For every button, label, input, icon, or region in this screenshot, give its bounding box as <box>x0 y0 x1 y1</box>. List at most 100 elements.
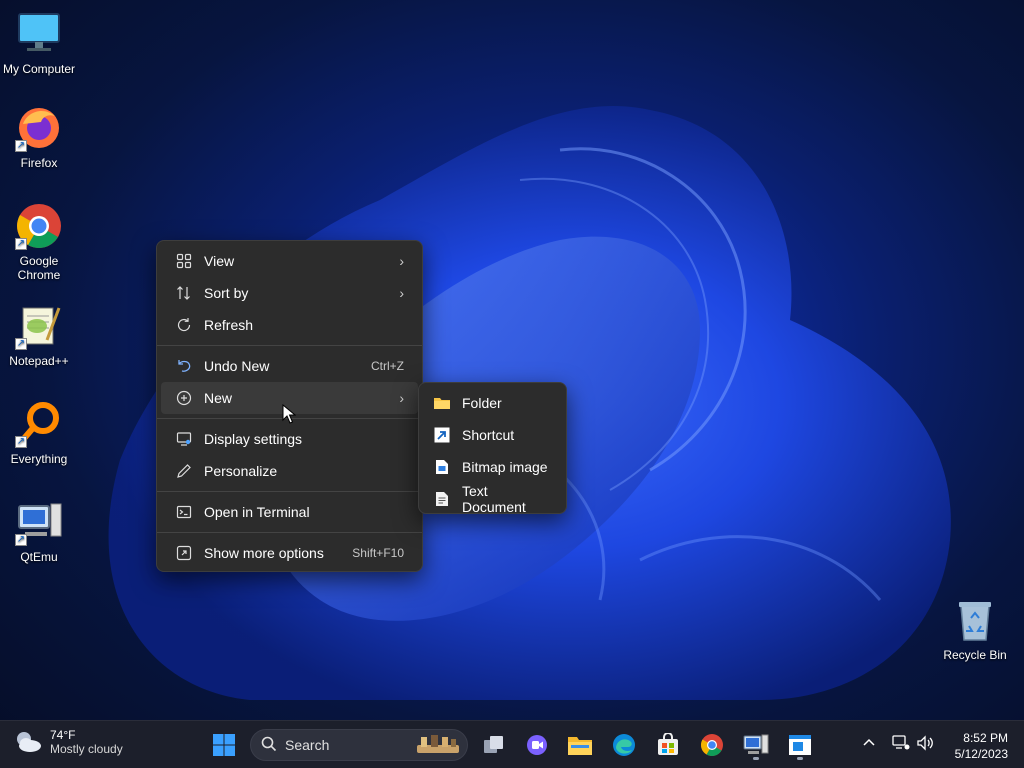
menu-item-open-terminal[interactable]: Open in Terminal <box>161 496 418 528</box>
mouse-cursor-icon <box>282 404 296 424</box>
desktop-icon-label: Google Chrome <box>17 254 61 282</box>
taskbar-chat-button[interactable] <box>521 729 553 761</box>
search-icon <box>261 736 277 755</box>
chevron-right-icon: › <box>399 390 404 406</box>
menu-separator <box>157 491 422 492</box>
desktop-icon-qtemu[interactable]: ↗ QtEmu <box>1 498 77 564</box>
volume-button[interactable] <box>916 735 934 754</box>
taskbar: 74°F Mostly cloudy Search 8:52 PM 5/12/2… <box>0 720 1024 768</box>
notepadpp-icon: ↗ <box>15 302 63 350</box>
menu-item-sort-by[interactable]: Sort by › <box>161 277 418 309</box>
magnifier-icon: ↗ <box>15 400 63 448</box>
plus-circle-icon <box>175 389 193 407</box>
shortcut-arrow-icon: ↗ <box>15 534 27 546</box>
computer-icon: ↗ <box>15 498 63 546</box>
undo-icon <box>175 357 193 375</box>
submenu-item-bitmap-image[interactable]: Bitmap image <box>423 451 562 483</box>
clock-time: 8:52 PM <box>963 731 1008 745</box>
start-button[interactable] <box>208 729 240 761</box>
display-settings-icon <box>175 430 193 448</box>
task-view-button[interactable] <box>478 729 510 761</box>
menu-item-view[interactable]: View › <box>161 245 418 277</box>
file-explorer-icon <box>568 737 592 755</box>
menu-item-personalize[interactable]: Personalize <box>161 455 418 487</box>
chrome-icon <box>701 734 723 756</box>
menu-item-shortcut: Shift+F10 <box>352 546 404 560</box>
taskbar-qtemu-button[interactable] <box>740 729 772 761</box>
menu-item-display-settings[interactable]: Display settings <box>161 423 418 455</box>
menu-item-label: Show more options <box>204 545 324 561</box>
menu-item-label: Personalize <box>204 463 278 479</box>
taskbar-clock[interactable]: 8:52 PM 5/12/2023 <box>955 730 1008 762</box>
speaker-icon <box>917 735 933 751</box>
menu-item-refresh[interactable]: Refresh <box>161 309 418 341</box>
taskbar-file-explorer-button[interactable] <box>564 729 596 761</box>
chevron-up-icon <box>863 738 875 746</box>
desktop-icon-notepadpp[interactable]: ↗ Notepad++ <box>1 302 77 368</box>
shortcut-arrow-icon: ↗ <box>15 140 27 152</box>
desktop-icon-label: Recycle Bin <box>943 648 1007 662</box>
desktop-icon-google-chrome[interactable]: ↗ Google Chrome <box>1 202 77 282</box>
desktop-icon-label: Firefox <box>20 156 58 170</box>
window-app-icon <box>789 735 811 755</box>
new-submenu: Folder Shortcut Bitmap image Text Docume… <box>418 382 567 515</box>
taskbar-edge-button[interactable] <box>608 729 640 761</box>
menu-item-undo-new[interactable]: Undo New Ctrl+Z <box>161 350 418 382</box>
clock-date: 5/12/2023 <box>954 747 1008 761</box>
show-more-icon <box>175 544 193 562</box>
desktop-icon-firefox[interactable]: ↗ Firefox <box>1 104 77 170</box>
search-placeholder: Search <box>285 737 330 753</box>
shortcut-arrow-icon: ↗ <box>15 436 27 448</box>
taskbar-search-box[interactable]: Search <box>250 729 468 761</box>
weather-widget[interactable]: 74°F Mostly cloudy <box>14 728 123 756</box>
chat-icon <box>527 735 547 755</box>
menu-item-shortcut: Ctrl+Z <box>371 359 404 373</box>
menu-item-label: Open in Terminal <box>204 504 310 520</box>
desktop-icon-label: QtEmu <box>20 550 58 564</box>
running-indicator <box>753 757 759 760</box>
chrome-icon: ↗ <box>15 202 63 250</box>
menu-item-label: Folder <box>462 395 502 411</box>
taskbar-chrome-button[interactable] <box>696 729 728 761</box>
submenu-item-folder[interactable]: Folder <box>423 387 562 419</box>
network-status-button[interactable] <box>892 735 910 754</box>
desktop-icon-everything[interactable]: ↗ Everything <box>1 400 77 466</box>
weather-temperature: 74°F <box>50 728 76 742</box>
recycle-bin-icon <box>951 596 999 644</box>
shortcut-icon <box>433 426 451 444</box>
desktop-icon-label: Everything <box>10 452 68 466</box>
grid-icon <box>175 252 193 270</box>
store-icon <box>658 733 678 755</box>
taskbar-window-button[interactable] <box>784 729 816 761</box>
desktop-icon-my-computer[interactable]: My Computer <box>1 10 77 76</box>
menu-item-label: Undo New <box>204 358 270 374</box>
bitmap-image-icon <box>433 458 451 476</box>
menu-separator <box>157 345 422 346</box>
menu-item-label: Display settings <box>204 431 303 447</box>
pen-icon <box>175 462 193 480</box>
computer-icon <box>743 734 769 754</box>
menu-item-label: Sort by <box>204 285 249 301</box>
shortcut-arrow-icon: ↗ <box>15 238 27 250</box>
show-hidden-icons-button[interactable] <box>862 735 876 752</box>
chevron-right-icon: › <box>399 285 404 301</box>
menu-item-label: View <box>204 253 235 269</box>
desktop-icon-label: My Computer <box>2 62 76 76</box>
running-indicator <box>797 757 803 760</box>
edge-icon <box>613 734 635 756</box>
shortcut-arrow-icon: ↗ <box>15 338 27 350</box>
network-icon <box>892 735 910 750</box>
submenu-item-text-document[interactable]: Text Document <box>423 483 562 515</box>
desktop-icon-recycle-bin[interactable]: Recycle Bin <box>937 596 1013 662</box>
search-highlight-icon <box>415 731 461 760</box>
chevron-right-icon: › <box>399 253 404 269</box>
submenu-item-shortcut[interactable]: Shortcut <box>423 419 562 451</box>
menu-item-label: Text Document <box>462 483 526 515</box>
firefox-icon: ↗ <box>15 104 63 152</box>
cloudy-moon-icon <box>17 732 41 752</box>
menu-item-label: Bitmap image <box>462 459 548 475</box>
menu-item-show-more-options[interactable]: Show more options Shift+F10 <box>161 537 418 569</box>
text-document-icon <box>433 490 451 508</box>
taskbar-store-button[interactable] <box>652 729 684 761</box>
menu-item-label: New <box>204 390 233 406</box>
